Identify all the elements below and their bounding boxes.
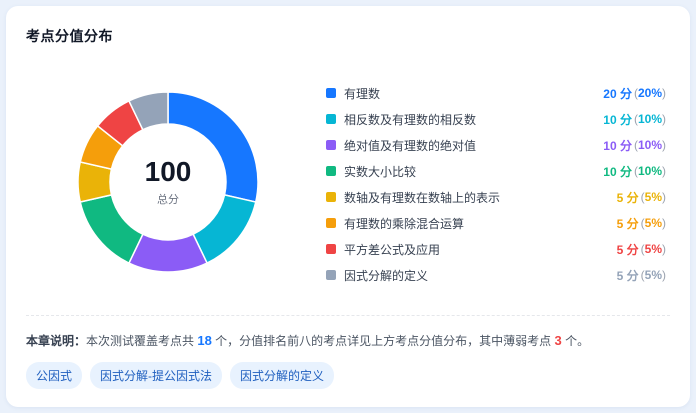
legend-row: 有理数 20 分 (20%) [326, 80, 666, 106]
score-distribution-card: 考点分值分布 100 总分 有理数 20 分 (20%) 相反数及有理数的相反数 10 … [6, 6, 690, 407]
legend-swatch [326, 166, 336, 176]
tag-weak-point[interactable]: 公因式 [26, 362, 83, 389]
note-label: 本章说明： [26, 334, 87, 348]
legend-score: 5 分 [616, 190, 639, 205]
legend-percent: (10%) [633, 112, 666, 126]
legend-label: 有理数的乘除混合运算 [344, 216, 465, 231]
legend-swatch [326, 270, 336, 280]
note-text-3: 个。 [561, 334, 590, 348]
legend-percent: (20%) [633, 86, 666, 100]
legend-row: 平方差公式及应用 5 分 (5%) [326, 236, 666, 262]
tag-weak-point[interactable]: 因式分解-提公因式法 [90, 362, 223, 389]
tag-weak-point[interactable]: 因式分解的定义 [230, 362, 335, 389]
legend-percent: (5%) [640, 190, 666, 204]
weak-point-tags: 公因式 因式分解-提公因式法 因式分解的定义 [26, 362, 335, 389]
legend-label: 平方差公式及应用 [344, 242, 441, 257]
legend-swatch [326, 244, 336, 254]
legend: 有理数 20 分 (20%) 相反数及有理数的相反数 10 分 (10%) 绝对值及有理数的… [326, 80, 666, 288]
legend-score: 5 分 [616, 242, 639, 257]
legend-row: 相反数及有理数的相反数 10 分 (10%) [326, 106, 666, 132]
legend-label: 绝对值及有理数的绝对值 [344, 138, 477, 153]
legend-score: 5 分 [616, 216, 639, 231]
legend-label: 因式分解的定义 [344, 268, 429, 283]
legend-swatch [326, 140, 336, 150]
legend-score: 20 分 [603, 86, 632, 101]
point-count: 18 [197, 333, 212, 348]
weak-count: 3 [554, 333, 562, 348]
legend-label: 有理数 [344, 86, 381, 101]
total-score-label: 总分 [157, 194, 179, 206]
card-title: 考点分值分布 [26, 28, 113, 44]
legend-label: 数轴及有理数在数轴上的表示 [344, 190, 501, 205]
legend-score: 5 分 [616, 268, 639, 283]
note-text-1: 本次测试覆盖考点共 [86, 334, 198, 348]
legend-label: 相反数及有理数的相反数 [344, 112, 477, 127]
legend-row: 实数大小比较 10 分 (10%) [326, 158, 666, 184]
legend-percent: (10%) [633, 138, 666, 152]
legend-row: 数轴及有理数在数轴上的表示 5 分 (5%) [326, 184, 666, 210]
legend-swatch [326, 192, 336, 202]
legend-percent: (5%) [640, 242, 666, 256]
legend-score: 10 分 [603, 138, 632, 153]
legend-row: 因式分解的定义 5 分 (5%) [326, 262, 666, 288]
donut-chart: 100 总分 [78, 92, 258, 272]
legend-label: 实数大小比较 [344, 164, 417, 179]
legend-percent: (10%) [633, 164, 666, 178]
legend-swatch [326, 114, 336, 124]
legend-score: 10 分 [603, 112, 632, 127]
donut-center: 100 总分 [78, 92, 258, 272]
total-score: 100 [144, 156, 192, 187]
legend-row: 有理数的乘除混合运算 5 分 (5%) [326, 210, 666, 236]
legend-score: 10 分 [603, 164, 632, 179]
legend-percent: (5%) [640, 268, 666, 282]
legend-percent: (5%) [640, 216, 666, 230]
legend-swatch [326, 88, 336, 98]
legend-swatch [326, 218, 336, 228]
chapter-note: 本章说明：本次测试覆盖考点共 18 个，分值排名前八的考点详见上方考点分值分布，… [26, 332, 589, 349]
legend-row: 绝对值及有理数的绝对值 10 分 (10%) [326, 132, 666, 158]
note-text-2: 个，分值排名前八的考点详见上方考点分值分布，其中薄弱考点 [211, 334, 555, 348]
divider [26, 315, 670, 316]
